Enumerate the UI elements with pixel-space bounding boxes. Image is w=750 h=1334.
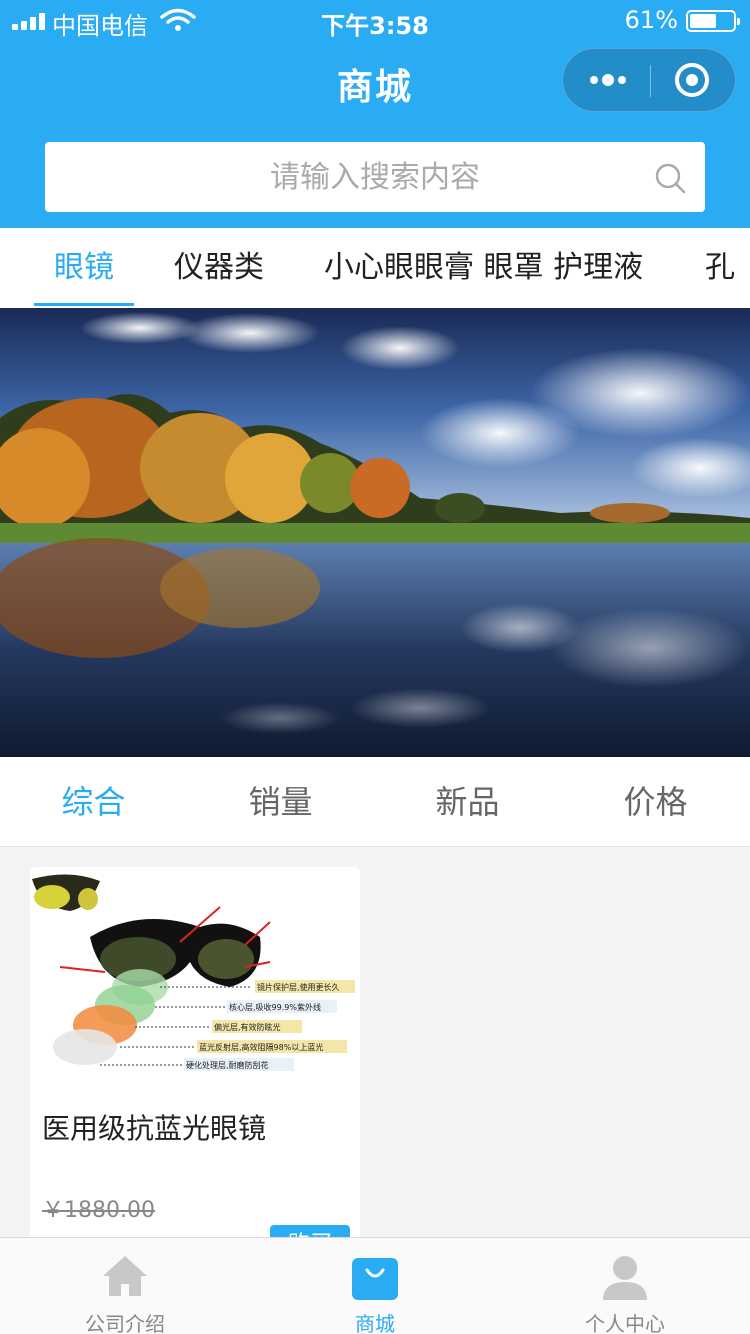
- glasses-diagram-image: 镜片保护层,使用更长久 核心层,吸收99.9%紫外线 偏光层,有效防眩光 蓝光反…: [30, 867, 360, 1085]
- tab-personal-center[interactable]: 个人中心: [500, 1238, 750, 1334]
- tab-label: 公司介绍: [85, 1312, 165, 1334]
- sort-price[interactable]: 价格: [562, 757, 749, 847]
- header: 中国电信 下午3:58 61% 商城: [0, 0, 750, 228]
- lens-layer-label: 镜片保护层,使用更长久: [257, 982, 340, 992]
- category-tab-eyecare[interactable]: 小心眼眼膏 眼罩 护理液: [324, 228, 643, 308]
- original-price: ￥1880.00: [42, 1198, 155, 1223]
- lens-layer-label: 蓝光反射层,高效阻隔98%以上蓝光: [199, 1042, 323, 1052]
- category-tab-instruments[interactable]: 仪器类: [174, 228, 264, 308]
- product-image: 镜片保护层,使用更长久 核心层,吸收99.9%紫外线 偏光层,有效防眩光 蓝光反…: [30, 867, 360, 1085]
- battery-percent: 61%: [624, 6, 678, 34]
- bottom-tab-bar: 公司介绍 商城 个人中心: [0, 1237, 750, 1334]
- active-tab-indicator: [34, 303, 134, 306]
- home-icon: [103, 1256, 147, 1296]
- tab-company-intro[interactable]: 公司介绍: [0, 1238, 250, 1334]
- battery-icon: [686, 10, 740, 32]
- banner-image[interactable]: [0, 308, 750, 757]
- tab-label: 个人中心: [585, 1312, 665, 1334]
- shopping-bag-icon: [352, 1258, 398, 1300]
- battery-fill: [690, 14, 716, 28]
- sort-sales[interactable]: 销量: [187, 757, 374, 847]
- sort-overall[interactable]: 综合: [0, 757, 187, 847]
- search-input[interactable]: [45, 142, 705, 212]
- category-tab-more[interactable]: 孔: [705, 228, 735, 308]
- sort-bar: 综合 销量 新品 价格: [0, 757, 750, 847]
- category-tabs: 眼镜 仪器类 小心眼眼膏 眼罩 护理液 孔: [0, 228, 750, 308]
- sort-newest[interactable]: 新品: [374, 757, 561, 847]
- lens-layer-label: 偏光层,有效防眩光: [214, 1022, 281, 1032]
- product-name: 医用级抗蓝光眼镜: [42, 1112, 267, 1145]
- user-icon: [603, 1256, 647, 1300]
- lens-layer-label: 硬化处理层,耐磨防刮花: [186, 1060, 269, 1070]
- product-card[interactable]: 镜片保护层,使用更长久 核心层,吸收99.9%紫外线 偏光层,有效防眩光 蓝光反…: [30, 867, 360, 1287]
- mini-program-capsule: [562, 48, 736, 112]
- status-bar: 中国电信 下午3:58 61%: [0, 0, 750, 44]
- lens-layer-label: 核心层,吸收99.9%紫外线: [229, 1002, 321, 1012]
- landscape-lake-image: [0, 308, 750, 757]
- search-box: [45, 142, 705, 212]
- close-target-icon[interactable]: [675, 63, 709, 97]
- more-icon[interactable]: [585, 49, 631, 111]
- category-tab-glasses[interactable]: 眼镜: [54, 228, 114, 308]
- tab-mall[interactable]: 商城: [250, 1238, 500, 1334]
- tab-label: 商城: [355, 1312, 395, 1334]
- capsule-divider: [650, 65, 651, 97]
- search-icon[interactable]: [654, 162, 686, 194]
